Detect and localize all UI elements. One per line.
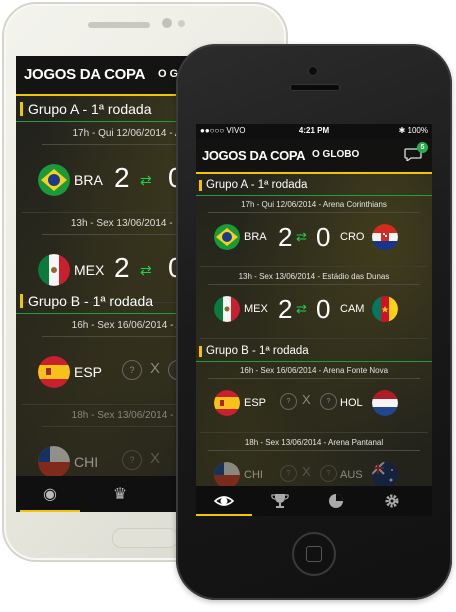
android-home-button[interactable]: [112, 528, 178, 548]
home-team-code: MEX: [244, 303, 268, 315]
away-team-code: CRO: [340, 231, 365, 243]
group-label: Grupo A - 1ª rodada: [206, 179, 308, 191]
unknown-score-icon: ?: [320, 393, 337, 410]
group-header: Grupo B - 1ª rodada: [196, 342, 432, 362]
app-header: JOGOS DA COPA O GLOBO 5: [196, 138, 432, 174]
match-info: 17h - Qui 12/06/2014 - Arena Corinthians: [241, 200, 387, 209]
status-bar: ●●○○○ VIVO 4:21 PM ✱ 100%: [196, 124, 432, 138]
iphone-screen: ●●○○○ VIVO 4:21 PM ✱ 100% JOGOS DA COPA …: [196, 124, 432, 516]
match-info: 13h - Sex 13/06/2014 - Estádio das Dunas: [238, 272, 390, 281]
away-team-code: CAM: [340, 303, 365, 315]
notification-badge: 5: [417, 142, 428, 153]
brazil-flag-icon: [214, 224, 240, 250]
android-camera: [162, 18, 172, 28]
unknown-score-icon: ?: [122, 360, 142, 380]
away-score: 0: [316, 294, 331, 324]
unknown-score-icon: ?: [122, 450, 142, 470]
home-team-code: BRA: [244, 231, 267, 243]
unknown-score-icon: ?: [320, 465, 337, 482]
battery-indicator: ✱ 100%: [398, 126, 428, 135]
spain-flag-icon: [38, 356, 70, 388]
away-score: 0: [316, 222, 331, 252]
android-earpiece: [88, 22, 150, 28]
match-card[interactable]: 13h - Sex 13/06/2014 - Estádio das Dunas…: [200, 268, 428, 339]
tab-bar: [196, 486, 432, 516]
handshake-icon: ⇄: [296, 301, 307, 316]
away-team-code: HOL: [340, 397, 363, 409]
android-app-title: JOGOS DA COPA: [24, 66, 146, 83]
group-header: Grupo A - 1ª rodada: [196, 176, 432, 196]
app-title: JOGOS DA COPA: [202, 148, 306, 163]
iphone-camera: [308, 66, 318, 76]
mexico-flag-icon: [38, 254, 70, 286]
handshake-icon: ⇄: [140, 172, 152, 188]
trophy-icon[interactable]: ♛: [108, 484, 132, 504]
active-tab-indicator: [196, 514, 252, 516]
cameroon-flag-icon: [372, 296, 398, 322]
home-score: 2: [278, 294, 293, 324]
match-card[interactable]: 17h - Qui 12/06/2014 - Arena Corinthians…: [200, 196, 428, 267]
pie-chart-icon[interactable]: [325, 492, 347, 510]
active-tab-indicator: [20, 510, 80, 512]
handshake-icon: ⇄: [296, 229, 307, 244]
iphone-device: ●●○○○ VIVO 4:21 PM ✱ 100% JOGOS DA COPA …: [176, 44, 452, 600]
match-info: 16h - Sex 16/06/2014 - Arena Fonte Nova: [239, 366, 389, 375]
unknown-score-icon: ?: [280, 393, 297, 410]
home-team-code: CHI: [244, 469, 263, 481]
croatia-flag-icon: [372, 224, 398, 250]
iphone-earpiece: [290, 84, 340, 91]
versus-mark: X: [302, 464, 311, 479]
ball-eye-icon[interactable]: ◉: [38, 484, 62, 504]
mexico-flag-icon: [214, 296, 240, 322]
home-score: 2: [278, 222, 293, 252]
match-card[interactable]: 16h - Sex 16/06/2014 - Arena Fonte Nova …: [200, 362, 428, 433]
handshake-icon: ⇄: [140, 262, 152, 278]
chile-flag-icon: [214, 462, 240, 488]
chile-flag-icon: [38, 446, 70, 478]
unknown-score-icon: ?: [280, 465, 297, 482]
brazil-flag-icon: [38, 164, 70, 196]
iphone-home-button[interactable]: [292, 532, 336, 576]
home-team-code: ESP: [244, 397, 267, 409]
away-team-code: AUS: [340, 469, 363, 481]
netherlands-flag-icon: [372, 390, 398, 416]
group-label: Grupo B - 1ª rodada: [206, 345, 309, 357]
australia-flag-icon: [372, 462, 398, 488]
brand-logo: O GLOBO: [312, 149, 360, 160]
ball-eye-icon[interactable]: [213, 492, 235, 510]
versus-mark: X: [302, 392, 311, 407]
android-sensor: [178, 20, 185, 27]
gear-icon[interactable]: [381, 492, 403, 510]
trophy-icon[interactable]: [269, 492, 291, 510]
spain-flag-icon: [214, 390, 240, 416]
clock: 4:21 PM: [298, 126, 330, 135]
